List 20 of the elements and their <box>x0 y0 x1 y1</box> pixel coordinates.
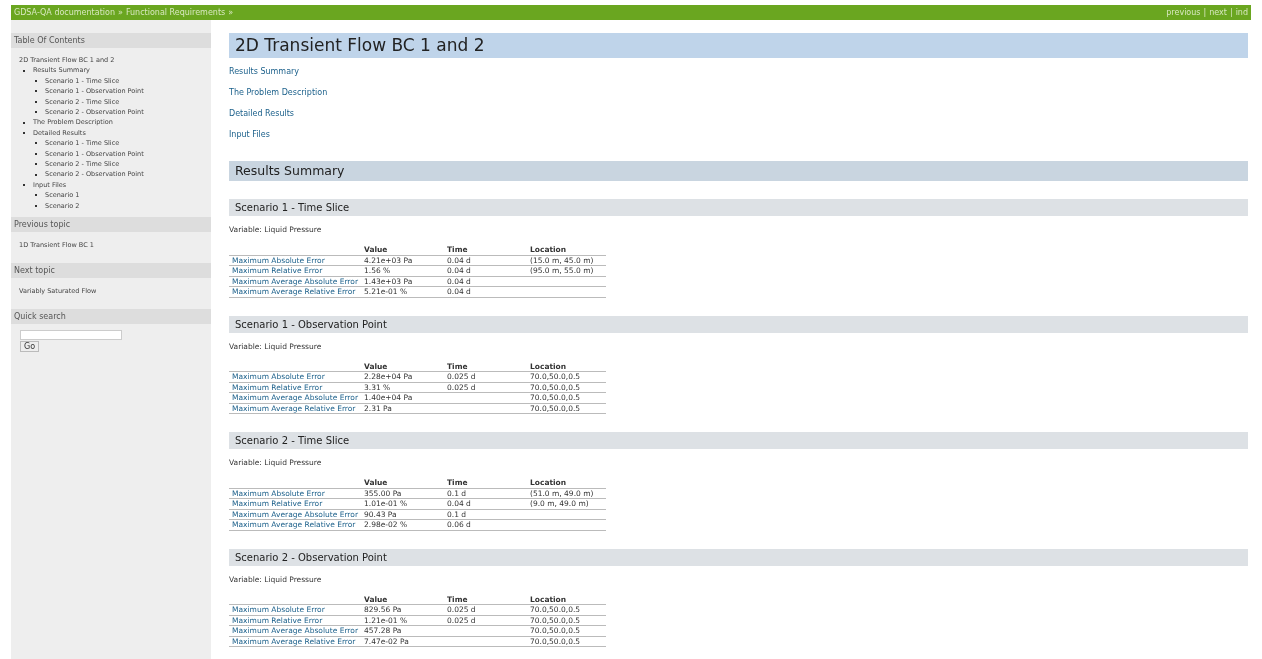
section-link[interactable]: The Problem Description <box>229 88 328 97</box>
subsection-heading: Scenario 2 - Time Slice <box>229 432 1248 449</box>
sidebar-heading: Next topic <box>11 263 211 279</box>
section-link[interactable]: Input Files <box>229 130 270 139</box>
search-field[interactable] <box>20 330 122 341</box>
subsection-heading: Scenario 1 - Observation Point <box>229 315 1248 333</box>
section-link[interactable]: Results Summary <box>229 67 300 76</box>
breadcrumb-separator: » <box>117 6 123 19</box>
sidebar-heading: Quick search <box>11 309 211 325</box>
section-heading: Results Summary <box>229 161 1248 181</box>
subsection-heading: Scenario 1 - Time Slice <box>229 199 1248 216</box>
breadcrumb-separator: » <box>228 6 234 19</box>
subsection-heading: Scenario 2 - Observation Point <box>229 548 1248 566</box>
section-link[interactable]: Detailed Results <box>229 109 294 118</box>
sidebar-heading: Table Of Contents <box>11 33 211 48</box>
page-title: 2D Transient Flow BC 1 and 2 <box>229 33 1248 58</box>
nav-separator: | <box>1203 6 1207 19</box>
sidebar-heading: Previous topic <box>11 217 211 233</box>
nav-separator: | <box>1229 6 1233 19</box>
go-button[interactable]: Go <box>20 341 40 353</box>
